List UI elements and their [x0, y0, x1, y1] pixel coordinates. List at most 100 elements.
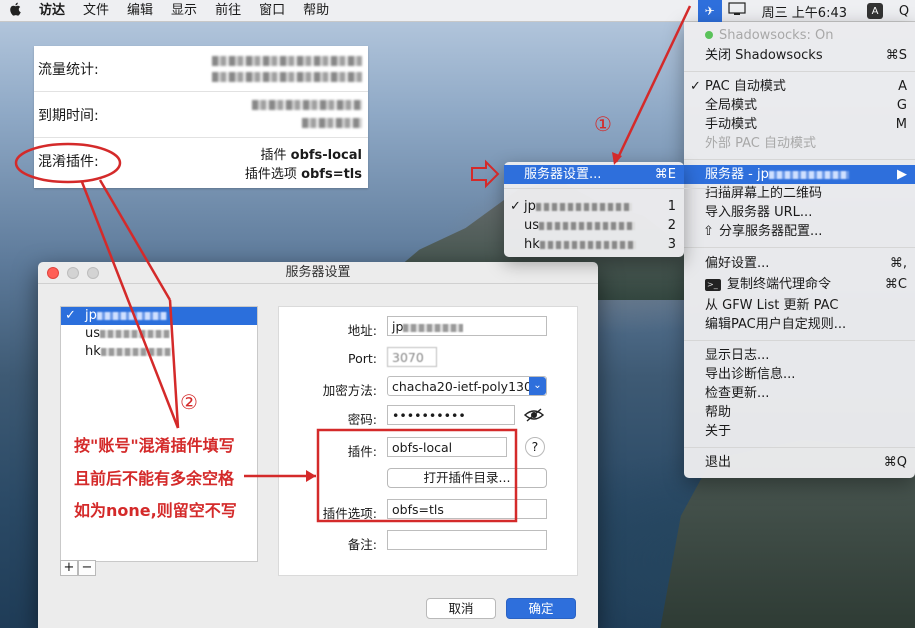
submenu-server-hk[interactable]: hk 3: [504, 235, 684, 254]
server-settings-item[interactable]: 服务器设置... ⌘E: [504, 165, 684, 184]
password-field[interactable]: ••••••••••: [387, 405, 515, 425]
shadowsocks-menu: Shadowsocks: On 关闭 Shadowsocks ⌘S ✓ PAC 自动…: [684, 22, 915, 478]
instruction-line-1: 按"账号"混淆插件填写: [74, 436, 235, 455]
quit-item[interactable]: 退出 ⌘Q: [684, 453, 915, 472]
plugin-line: 插件 obfs-local: [260, 148, 363, 163]
encryption-label: 加密方法:: [322, 383, 377, 398]
server-menu-item[interactable]: 服务器 - jp ▶: [684, 165, 915, 184]
step-2-badge: ②: [180, 390, 198, 414]
menu-file[interactable]: 文件: [74, 0, 118, 22]
menu-finder[interactable]: 访达: [30, 0, 74, 22]
menu-view[interactable]: 显示: [162, 0, 206, 22]
expiry-row: 到期时间:: [34, 92, 368, 138]
cancel-button[interactable]: 取消: [426, 598, 496, 619]
toggle-shadowsocks-item[interactable]: 关闭 Shadowsocks ⌘S: [684, 46, 915, 65]
export-diagnostics-item[interactable]: 导出诊断信息...: [684, 365, 915, 384]
server-item-jp[interactable]: ✓ jp: [61, 307, 257, 325]
port-field[interactable]: 3070: [387, 347, 437, 367]
redacted-text: [100, 329, 171, 338]
address-label: 地址:: [347, 323, 377, 338]
help-item[interactable]: 帮助: [684, 403, 915, 422]
ok-button[interactable]: 确定: [506, 598, 576, 619]
submenu-server-us[interactable]: us 2: [504, 216, 684, 235]
open-plugin-dir-button[interactable]: 打开插件目录...: [387, 468, 547, 488]
share-icon: ⇧: [703, 224, 714, 239]
show-password-eye-icon[interactable]: [523, 405, 545, 425]
zoom-window-button[interactable]: [87, 267, 99, 279]
account-info-panel: 流量统计: 到期时间: 混淆插件: 插件 obfs-local 插件选项 obf…: [34, 46, 368, 188]
expiry-label: 到期时间:: [38, 108, 99, 124]
annotation-arrow-line: [614, 5, 692, 163]
external-pac-item: 外部 PAC 自动模式: [705, 136, 817, 151]
edit-pac-rules-item[interactable]: 编辑PAC用户自定规则...: [684, 315, 915, 334]
plugin-option-line: 插件选项 obfs=tls: [244, 167, 362, 182]
server-item-us[interactable]: us: [61, 325, 257, 343]
check-icon: ✓: [510, 199, 521, 214]
update-pac-item[interactable]: 从 GFW List 更新 PAC: [684, 296, 915, 315]
menu-edit[interactable]: 编辑: [118, 0, 162, 22]
manual-mode-item[interactable]: 手动模式 M: [684, 115, 915, 134]
import-url-item[interactable]: 导入服务器 URL...: [684, 203, 915, 222]
shadowsocks-paper-plane-icon[interactable]: ✈: [697, 0, 722, 22]
show-log-item[interactable]: 显示日志...: [684, 346, 915, 365]
help-button[interactable]: ?: [525, 437, 545, 457]
about-item[interactable]: 关于: [684, 422, 915, 441]
traffic-row: 流量统计:: [34, 46, 368, 92]
menu-go[interactable]: 前往: [206, 0, 250, 22]
pac-mode-item[interactable]: ✓ PAC 自动模式 A: [684, 77, 915, 96]
menu-separator: [504, 188, 735, 189]
instruction-line-2: 且前后不能有多余空格: [74, 469, 235, 488]
global-mode-item[interactable]: 全局模式 G: [684, 96, 915, 115]
submenu-server-jp[interactable]: ✓ jp 1: [504, 197, 684, 216]
redacted-text: [96, 311, 167, 320]
encryption-select[interactable]: chacha20-ietf-poly1305 ⌄: [387, 376, 547, 396]
obfs-row: 混淆插件: 插件 obfs-local 插件选项 obfs=tls: [34, 138, 368, 186]
share-config-item[interactable]: ⇧ 分享服务器配置...: [684, 222, 915, 241]
apple-icon[interactable]: [0, 2, 30, 20]
plugin-field[interactable]: obfs-local: [387, 437, 507, 457]
clock[interactable]: 周三 上午6:43: [752, 2, 859, 21]
redacted-text: [539, 221, 636, 230]
expiry-value-redacted: [252, 100, 362, 110]
add-server-button[interactable]: +: [60, 560, 78, 576]
server-item-hk[interactable]: hk: [61, 343, 257, 361]
minimize-window-button[interactable]: [67, 267, 79, 279]
server-form: 地址: jp Port: 3070 加密方法: chacha20-ietf-po…: [278, 306, 578, 576]
redacted-text: [535, 202, 632, 211]
redacted-text: [768, 170, 849, 179]
instruction-line-3: 如为none,则留空不写: [74, 501, 237, 520]
redacted-text: [403, 323, 464, 332]
window-titlebar: 服务器设置: [38, 262, 598, 284]
menu-separator: [684, 159, 915, 160]
obfs-label: 混淆插件:: [38, 154, 99, 170]
status-item: Shadowsocks: On: [684, 26, 915, 45]
remove-server-button[interactable]: −: [78, 560, 96, 576]
submenu-arrow-icon: ▶: [897, 167, 907, 182]
menu-separator: [684, 340, 915, 341]
plugin-options-field[interactable]: obfs=tls: [387, 499, 547, 519]
terminal-icon: >_: [705, 278, 721, 291]
chevron-updown-icon: ⌄: [529, 377, 546, 395]
status-on-icon: [705, 31, 713, 39]
preferences-item[interactable]: 偏好设置... ⌘,: [684, 254, 915, 273]
screen-mirroring-icon[interactable]: [722, 2, 752, 20]
menu-window[interactable]: 窗口: [250, 0, 294, 22]
redacted-text: [100, 347, 171, 356]
plugin-options-label: 插件选项:: [322, 506, 377, 521]
port-label: Port:: [348, 351, 377, 366]
traffic-value-redacted: [212, 72, 362, 82]
note-field[interactable]: [387, 530, 547, 550]
spotlight-search-icon[interactable]: Q: [893, 4, 915, 19]
close-window-button[interactable]: [47, 267, 59, 279]
input-source-icon[interactable]: A: [867, 3, 883, 19]
copy-terminal-command-item[interactable]: >_ 复制终端代理命令 ⌘C: [684, 275, 915, 294]
check-updates-item[interactable]: 检查更新...: [684, 384, 915, 403]
menu-help[interactable]: 帮助: [294, 0, 338, 22]
check-icon: ✓: [690, 79, 701, 94]
scan-qr-item[interactable]: 扫描屏幕上的二维码: [684, 184, 915, 203]
note-label: 备注:: [347, 537, 377, 552]
expiry-value-redacted: [302, 118, 362, 128]
window-title: 服务器设置: [285, 265, 351, 280]
address-field[interactable]: jp: [387, 316, 547, 336]
step-1-badge: ①: [594, 112, 612, 136]
